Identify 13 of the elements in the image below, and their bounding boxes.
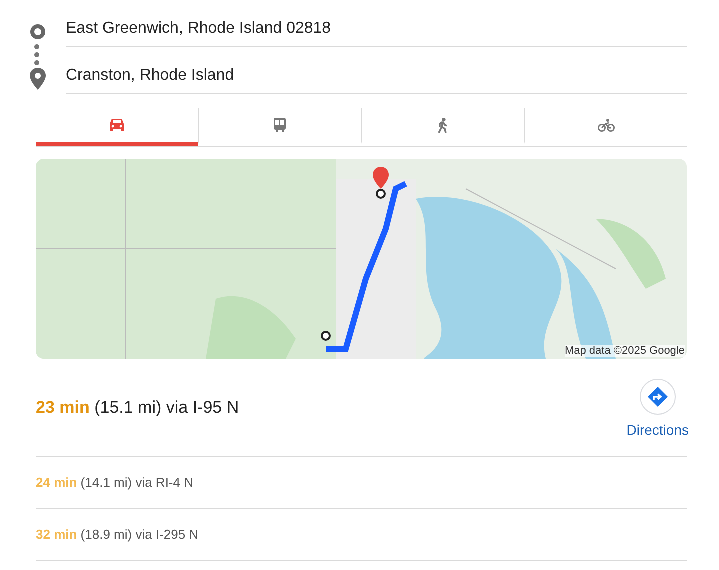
car-icon xyxy=(109,118,125,132)
walking-person-icon xyxy=(438,118,448,132)
dotted-line-icon xyxy=(34,44,40,66)
route-summary[interactable]: 24 min (14.1 mi) via RI-4 N xyxy=(36,475,194,490)
origin-circle-icon xyxy=(30,24,46,40)
bus-icon xyxy=(274,118,286,132)
map-attribution: Map data ©2025 Google xyxy=(564,345,685,357)
directions-icon xyxy=(638,378,677,416)
bicycle-icon xyxy=(598,118,614,132)
directions-button[interactable]: Directions xyxy=(626,378,689,438)
location-pin-icon xyxy=(30,68,46,90)
route-summary[interactable]: 23 min (15.1 mi) via I-95 N xyxy=(36,398,240,418)
route-summary[interactable]: 32 min (18.9 mi) via I-295 N xyxy=(36,527,199,542)
